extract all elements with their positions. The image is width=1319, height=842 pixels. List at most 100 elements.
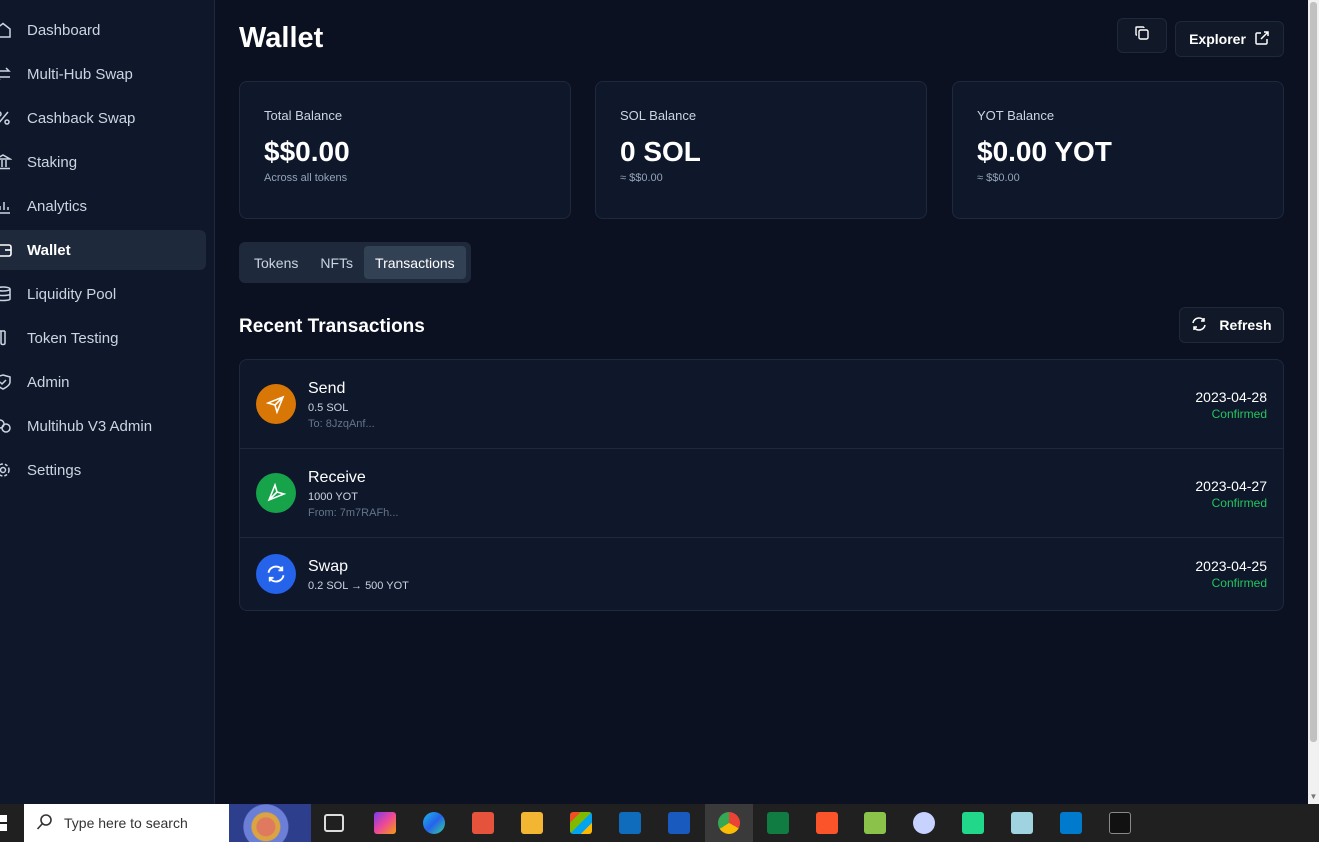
database-icon: [0, 286, 12, 302]
swap-icon: [256, 554, 296, 594]
transaction-address: From: 7m7RAFh...: [308, 507, 399, 519]
edge-icon[interactable]: [423, 812, 445, 834]
card-subtext: Across all tokens: [264, 172, 348, 184]
sidebar-item-label: Settings: [27, 461, 82, 479]
app-icon[interactable]: [1011, 812, 1033, 834]
explorer-label: Explorer: [1189, 31, 1246, 47]
transaction-amount: 0.2 SOL → 500 YOT: [308, 580, 409, 592]
copilot-icon[interactable]: [374, 812, 396, 834]
sidebar-item-label: Multihub V3 Admin: [27, 417, 153, 435]
excel-icon[interactable]: [767, 812, 789, 834]
paint-icon[interactable]: [913, 812, 935, 834]
transaction-address: To: 8JzqAnf...: [308, 418, 375, 430]
section-title: Recent Transactions: [239, 316, 425, 337]
sidebar-item-staking[interactable]: Staking: [0, 142, 206, 182]
transaction-date: 2023-04-25: [1195, 558, 1267, 574]
pycharm-icon[interactable]: [962, 812, 984, 834]
transaction-row[interactable]: Swap 0.2 SOL → 500 YOT 2023-04-25 Confir…: [240, 538, 1283, 610]
refresh-label: Refresh: [1219, 317, 1272, 333]
sidebar-item-dashboard[interactable]: Dashboard: [0, 10, 206, 50]
outlook-icon[interactable]: [619, 812, 641, 834]
brave-icon[interactable]: [816, 812, 838, 834]
transaction-status: Confirmed: [1211, 576, 1267, 590]
sidebar: Dashboard Multi-Hub Swap Cashback Swap S…: [0, 0, 215, 804]
card-subtext: ≈ $$0.00: [620, 172, 663, 184]
test-tube-icon: [0, 330, 12, 346]
wallet-tabs: Tokens NFTs Transactions: [239, 242, 471, 283]
wallet-icon: [0, 242, 12, 258]
transaction-amount: 1000 YOT: [308, 491, 358, 503]
chrome-icon[interactable]: [718, 812, 740, 834]
sidebar-item-label: Staking: [27, 153, 78, 171]
power-app-icon[interactable]: [472, 812, 494, 834]
explorer-button[interactable]: Explorer: [1175, 21, 1284, 57]
file-explorer-icon[interactable]: [521, 812, 543, 834]
scroll-down-arrow-icon[interactable]: ▼: [1309, 793, 1318, 801]
scrollbar-thumb[interactable]: [1310, 2, 1317, 742]
transaction-amount: 0.5 SOL: [308, 402, 349, 414]
sidebar-item-multihub-v3-admin[interactable]: Multihub V3 Admin: [0, 406, 206, 446]
shield-icon: [0, 374, 12, 390]
receive-icon: [256, 473, 296, 513]
link-icon: [0, 418, 12, 434]
transaction-type: Send: [308, 380, 346, 397]
sidebar-item-token-testing[interactable]: Token Testing: [0, 318, 206, 358]
transaction-type: Swap: [308, 558, 349, 575]
taskbar-search[interactable]: Type here to search: [24, 804, 311, 842]
windows-start-icon[interactable]: [0, 813, 12, 833]
word-icon[interactable]: [668, 812, 690, 834]
transaction-row[interactable]: Receive 1000 YOT From: 7m7RAFh... 2023-0…: [240, 449, 1283, 538]
transactions-list: Send 0.5 SOL To: 8JzqAnf... 2023-04-28 C…: [239, 359, 1284, 611]
sidebar-item-label: Analytics: [27, 197, 88, 215]
sidebar-item-analytics[interactable]: Analytics: [0, 186, 206, 226]
transaction-status: Confirmed: [1211, 407, 1267, 421]
store-icon[interactable]: [570, 812, 592, 834]
sidebar-item-label: Admin: [27, 373, 70, 391]
taskbar: Type here to search: [0, 804, 1319, 842]
search-highlight-image: [229, 804, 311, 842]
refresh-icon: [1191, 316, 1207, 335]
sidebar-item-label: Token Testing: [27, 329, 119, 347]
sidebar-item-wallet[interactable]: Wallet: [0, 230, 206, 270]
bar-chart-icon: [0, 198, 12, 214]
card-value: 0 SOL: [620, 136, 701, 167]
tab-transactions[interactable]: Transactions: [364, 246, 466, 279]
notepad-icon[interactable]: [864, 812, 886, 834]
card-label: YOT Balance: [977, 108, 1055, 123]
card-subtext: ≈ $$0.00: [977, 172, 1020, 184]
transaction-type: Receive: [308, 469, 366, 486]
vscode-icon[interactable]: [1060, 812, 1082, 834]
page-title: Wallet: [239, 22, 324, 54]
sidebar-item-cashback-swap[interactable]: Cashback Swap: [0, 98, 206, 138]
sidebar-item-label: Multi-Hub Swap: [27, 65, 133, 83]
transaction-status: Confirmed: [1211, 496, 1267, 510]
sidebar-item-settings[interactable]: Settings: [0, 450, 206, 490]
sidebar-item-multi-hub-swap[interactable]: Multi-Hub Swap: [0, 54, 206, 94]
transaction-date: 2023-04-28: [1195, 389, 1267, 405]
terminal-icon[interactable]: [1109, 812, 1131, 834]
card-label: SOL Balance: [620, 108, 697, 123]
tab-tokens[interactable]: Tokens: [243, 246, 309, 279]
transaction-row[interactable]: Send 0.5 SOL To: 8JzqAnf... 2023-04-28 C…: [240, 360, 1283, 449]
sidebar-item-label: Dashboard: [27, 21, 101, 39]
total-balance-card: Total Balance $$0.00 Across all tokens: [239, 81, 571, 219]
sidebar-item-label: Cashback Swap: [27, 109, 136, 127]
external-link-icon: [1254, 30, 1270, 49]
yot-balance-card: YOT Balance $0.00 YOT ≈ $$0.00: [952, 81, 1284, 219]
search-icon: [36, 813, 54, 834]
page-scrollbar[interactable]: ▼: [1308, 0, 1319, 804]
sol-balance-card: SOL Balance 0 SOL ≈ $$0.00: [595, 81, 927, 219]
swap-arrows-icon: [0, 66, 12, 82]
sidebar-item-liquidity-pool[interactable]: Liquidity Pool: [0, 274, 206, 314]
refresh-button[interactable]: Refresh: [1179, 307, 1284, 343]
bank-icon: [0, 154, 12, 170]
tab-nfts[interactable]: NFTs: [309, 246, 364, 279]
copy-icon: [1134, 25, 1150, 46]
copy-address-button[interactable]: [1117, 18, 1167, 53]
card-value: $0.00 YOT: [977, 136, 1112, 167]
task-view-icon[interactable]: [324, 814, 344, 832]
taskbar-search-placeholder: Type here to search: [64, 815, 188, 831]
sidebar-item-admin[interactable]: Admin: [0, 362, 206, 402]
gear-icon: [0, 462, 12, 478]
transaction-date: 2023-04-27: [1195, 478, 1267, 494]
